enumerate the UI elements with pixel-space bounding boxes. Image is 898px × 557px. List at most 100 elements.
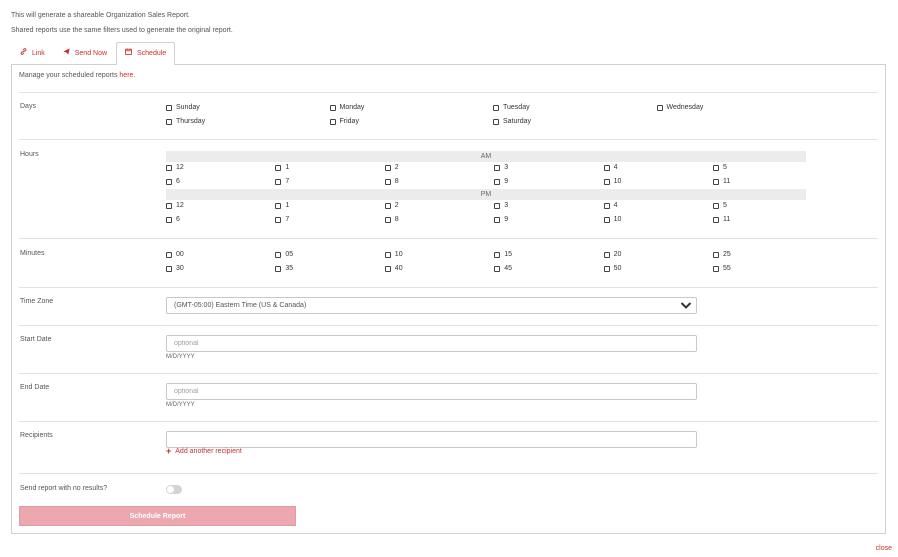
tab-link[interactable]: Link: [11, 42, 54, 65]
am-hour-checkbox-label: 1: [285, 164, 290, 171]
divider: [19, 92, 878, 93]
am-hour-checkbox-9[interactable]: 9: [494, 178, 508, 185]
checkbox-icon: [713, 216, 719, 223]
start-date-input[interactable]: [166, 335, 697, 352]
checkbox-icon: [713, 265, 719, 272]
add-recipient-link[interactable]: + Add another recipient: [166, 446, 242, 456]
pm-hour-checkbox-label: 5: [723, 202, 727, 209]
am-hour-checkbox-12[interactable]: 12: [166, 164, 184, 171]
minute-checkbox-label: 50: [613, 265, 622, 272]
checkbox-icon: [275, 251, 282, 258]
tab-link-label: Link: [31, 50, 45, 57]
pm-hour-checkbox-12[interactable]: 12: [166, 202, 184, 209]
checkbox-icon: [713, 251, 719, 258]
pm-hour-checkbox-2[interactable]: 2: [384, 202, 399, 209]
minute-checkbox-15[interactable]: 15: [494, 251, 512, 258]
am-hour-checkbox-label: 12: [176, 164, 184, 171]
checkbox-icon: [166, 265, 172, 272]
minute-checkbox-label: 20: [613, 251, 622, 258]
day-checkbox-monday[interactable]: Monday: [329, 104, 364, 111]
pm-hour-checkbox-label: 12: [176, 202, 184, 209]
end-date-input[interactable]: [166, 383, 697, 400]
tab-send-now[interactable]: Send Now: [54, 42, 116, 65]
am-hour-checkbox-8[interactable]: 8: [384, 178, 399, 185]
minute-checkbox-00[interactable]: 00: [166, 251, 184, 258]
am-hour-checkbox-10[interactable]: 10: [603, 178, 622, 185]
checkbox-icon: [713, 202, 719, 209]
minute-checkbox-45[interactable]: 45: [494, 265, 512, 272]
checkbox-icon: [494, 265, 501, 272]
divider: [19, 139, 878, 140]
pm-hour-checkbox-1[interactable]: 1: [275, 202, 289, 209]
day-checkbox-tuesday[interactable]: Tuesday: [493, 104, 530, 111]
am-hour-checkbox-11[interactable]: 11: [713, 178, 730, 185]
day-checkbox-friday[interactable]: Friday: [329, 118, 359, 125]
end-date-hint: M/D/YYYY: [166, 402, 195, 408]
plus-icon: +: [166, 446, 172, 456]
day-checkbox-wednesday[interactable]: Wednesday: [656, 104, 704, 111]
recipient-input[interactable]: [166, 431, 697, 448]
pm-hour-checkbox-8[interactable]: 8: [384, 216, 399, 223]
add-recipient-label: Add another recipient: [175, 448, 242, 455]
pm-hour-checkbox-9[interactable]: 9: [494, 216, 508, 223]
pm-hour-checkbox-3[interactable]: 3: [494, 202, 508, 209]
checkbox-icon: [329, 104, 336, 111]
am-hour-checkbox-7[interactable]: 7: [275, 178, 289, 185]
checkbox-icon: [275, 216, 282, 223]
am-hour-checkbox-3[interactable]: 3: [494, 164, 508, 171]
minute-checkbox-20[interactable]: 20: [603, 251, 622, 258]
checkbox-icon: [166, 202, 172, 209]
tab-schedule[interactable]: Schedule: [116, 42, 176, 65]
checkbox-icon: [603, 216, 610, 223]
am-hour-checkbox-4[interactable]: 4: [603, 164, 618, 171]
divider: [19, 238, 878, 239]
pm-hour-checkbox-label: 9: [504, 216, 509, 223]
schedule-panel: Manage your scheduled reports here. Days…: [11, 64, 886, 534]
timezone-value: (GMT-05:00) Eastern Time (US & Canada): [174, 302, 307, 309]
timezone-select[interactable]: (GMT-05:00) Eastern Time (US & Canada): [166, 297, 697, 314]
day-checkbox-thursday[interactable]: Thursday: [166, 118, 205, 125]
checkbox-icon: [384, 164, 391, 171]
am-hour-checkbox-6[interactable]: 6: [166, 178, 180, 185]
pm-hour-checkbox-10[interactable]: 10: [603, 216, 621, 223]
divider: [19, 325, 878, 326]
pm-hour-checkbox-7[interactable]: 7: [275, 216, 289, 223]
pm-hour-checkbox-4[interactable]: 4: [603, 202, 618, 209]
minute-checkbox-label: 10: [394, 251, 403, 258]
pm-hour-checkbox-6[interactable]: 6: [166, 216, 180, 223]
minute-checkbox-label: 00: [176, 251, 184, 258]
minute-checkbox-30[interactable]: 30: [166, 265, 184, 272]
am-hour-checkbox-5[interactable]: 5: [713, 164, 727, 171]
close-link[interactable]: close: [876, 545, 892, 552]
pm-hour-checkbox-label: 2: [394, 202, 399, 209]
checkbox-icon: [166, 164, 172, 171]
no-results-toggle[interactable]: [166, 485, 182, 494]
minute-checkbox-05[interactable]: 05: [275, 251, 293, 258]
am-hour-checkbox-label: 10: [613, 178, 622, 185]
schedule-report-button[interactable]: Schedule Report: [19, 506, 296, 526]
manage-text: Manage your scheduled reports: [19, 72, 120, 79]
am-hour-checkbox-2[interactable]: 2: [384, 164, 399, 171]
minute-checkbox-25[interactable]: 25: [713, 251, 731, 258]
day-checkbox-label: Wednesday: [666, 104, 704, 111]
am-hour-checkbox-1[interactable]: 1: [275, 164, 289, 171]
day-checkbox-sunday[interactable]: Sunday: [166, 104, 200, 111]
divider: [19, 421, 878, 422]
tab-send-now-label: Send Now: [74, 50, 108, 57]
minute-checkbox-50[interactable]: 50: [603, 265, 622, 272]
minute-checkbox-label: 15: [504, 251, 512, 258]
day-checkbox-saturday[interactable]: Saturday: [493, 118, 531, 125]
minute-checkbox-40[interactable]: 40: [384, 265, 403, 272]
minute-checkbox-10[interactable]: 10: [384, 251, 403, 258]
link-icon: [20, 48, 29, 57]
pm-hour-checkbox-5[interactable]: 5: [713, 202, 727, 209]
manage-link[interactable]: here: [119, 72, 133, 79]
minute-checkbox-55[interactable]: 55: [713, 265, 731, 272]
minute-checkbox-35[interactable]: 35: [275, 265, 293, 272]
checkbox-icon: [713, 164, 719, 171]
am-header: AM: [166, 151, 806, 162]
checkbox-icon: [603, 265, 610, 272]
pm-hour-checkbox-label: 3: [504, 202, 509, 209]
pm-hour-checkbox-11[interactable]: 11: [713, 216, 730, 223]
toggle-knob: [167, 486, 174, 493]
